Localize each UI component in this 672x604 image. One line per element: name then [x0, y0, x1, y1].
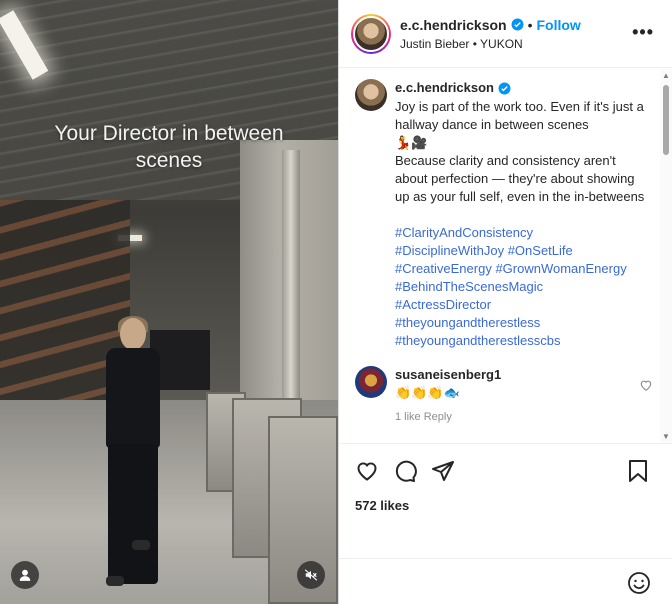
caption-text-line1: Joy is part of the work too. Even if it'…	[395, 99, 644, 132]
video-overlay-text: Your Director in between scenes	[54, 122, 284, 172]
mute-button[interactable]	[297, 561, 325, 589]
hashtag-link[interactable]: #DisciplineWithJoy #OnSetLife	[395, 242, 651, 260]
add-comment-bar[interactable]	[339, 558, 672, 604]
avatar[interactable]	[355, 366, 387, 398]
author-avatar-story-ring[interactable]	[351, 13, 391, 54]
muted-speaker-icon	[304, 569, 318, 581]
separator-dot: •	[527, 16, 533, 33]
hashtag-link[interactable]: #CreativeEnergy #GrownWomanEnergy	[395, 260, 651, 278]
video-frame-pipe	[282, 150, 300, 410]
hashtag-link[interactable]: #ClarityAndConsistency	[395, 224, 651, 242]
more-options-button[interactable]: •••	[632, 22, 654, 43]
hashtag-link[interactable]: #ActressDirector	[395, 296, 651, 314]
likes-count[interactable]: 572 likes	[355, 498, 657, 513]
post-actions: 572 likes	[339, 443, 672, 563]
person-icon	[19, 569, 31, 581]
heart-icon	[357, 462, 377, 481]
comment-text: 👏👏👏🐟	[395, 385, 460, 400]
post-dialog: Your Director in between scenes e.c.hend…	[0, 0, 672, 604]
caption: e.c.hendrickson Joy is part of the work …	[339, 69, 661, 350]
hashtag-link[interactable]: #theyoungandtherestless	[395, 314, 651, 332]
scroll-down-arrow-icon[interactable]: ▼	[662, 432, 670, 441]
hashtag-link[interactable]: #theyoungandtherestlesscbs	[395, 332, 651, 350]
scrollbar-thumb[interactable]	[663, 85, 669, 155]
video-player[interactable]: Your Director in between scenes	[0, 0, 338, 604]
scroll-up-arrow-icon[interactable]: ▲	[662, 71, 670, 80]
comment-meta[interactable]: 1 like Reply	[395, 408, 501, 426]
bookmark-icon	[629, 460, 647, 482]
like-comment-heart-icon[interactable]	[639, 378, 653, 392]
follow-button[interactable]: Follow	[537, 17, 581, 33]
avatar[interactable]	[355, 79, 387, 111]
post-details-panel: e.c.hendrickson • Follow Justin Bieber •…	[338, 0, 672, 604]
video-frame-person	[98, 316, 168, 598]
emoji-smile-icon[interactable]	[627, 571, 651, 595]
author-username[interactable]: e.c.hendrickson	[400, 17, 507, 33]
caption-text-line2: Because clarity and consistency aren't a…	[395, 153, 645, 204]
caption-emoji: 💃🎥	[395, 135, 428, 150]
caption-username[interactable]: e.c.hendrickson	[395, 79, 494, 97]
share-button[interactable]	[431, 459, 455, 483]
save-button[interactable]	[627, 459, 649, 483]
verified-badge-icon	[498, 82, 511, 94]
audio-info-link[interactable]: Justin Bieber • YUKON	[400, 37, 581, 51]
comment-button[interactable]	[393, 459, 417, 483]
comment-item: susaneisenberg1 👏👏👏🐟 1 like Reply	[339, 350, 661, 426]
verified-badge-icon	[511, 18, 524, 31]
like-button[interactable]	[355, 459, 379, 483]
tagged-people-button[interactable]	[11, 561, 39, 589]
comments-scrollbar[interactable]: ▲ ▼	[660, 69, 672, 443]
comment-username[interactable]: susaneisenberg1	[395, 366, 501, 384]
avatar	[353, 15, 389, 52]
post-header: e.c.hendrickson • Follow Justin Bieber •…	[339, 0, 672, 68]
speech-bubble-icon	[395, 460, 417, 482]
paper-plane-icon	[432, 461, 454, 481]
comments-list[interactable]: e.c.hendrickson Joy is part of the work …	[339, 69, 661, 443]
hashtag-link[interactable]: #BehindTheScenesMagic	[395, 278, 651, 296]
